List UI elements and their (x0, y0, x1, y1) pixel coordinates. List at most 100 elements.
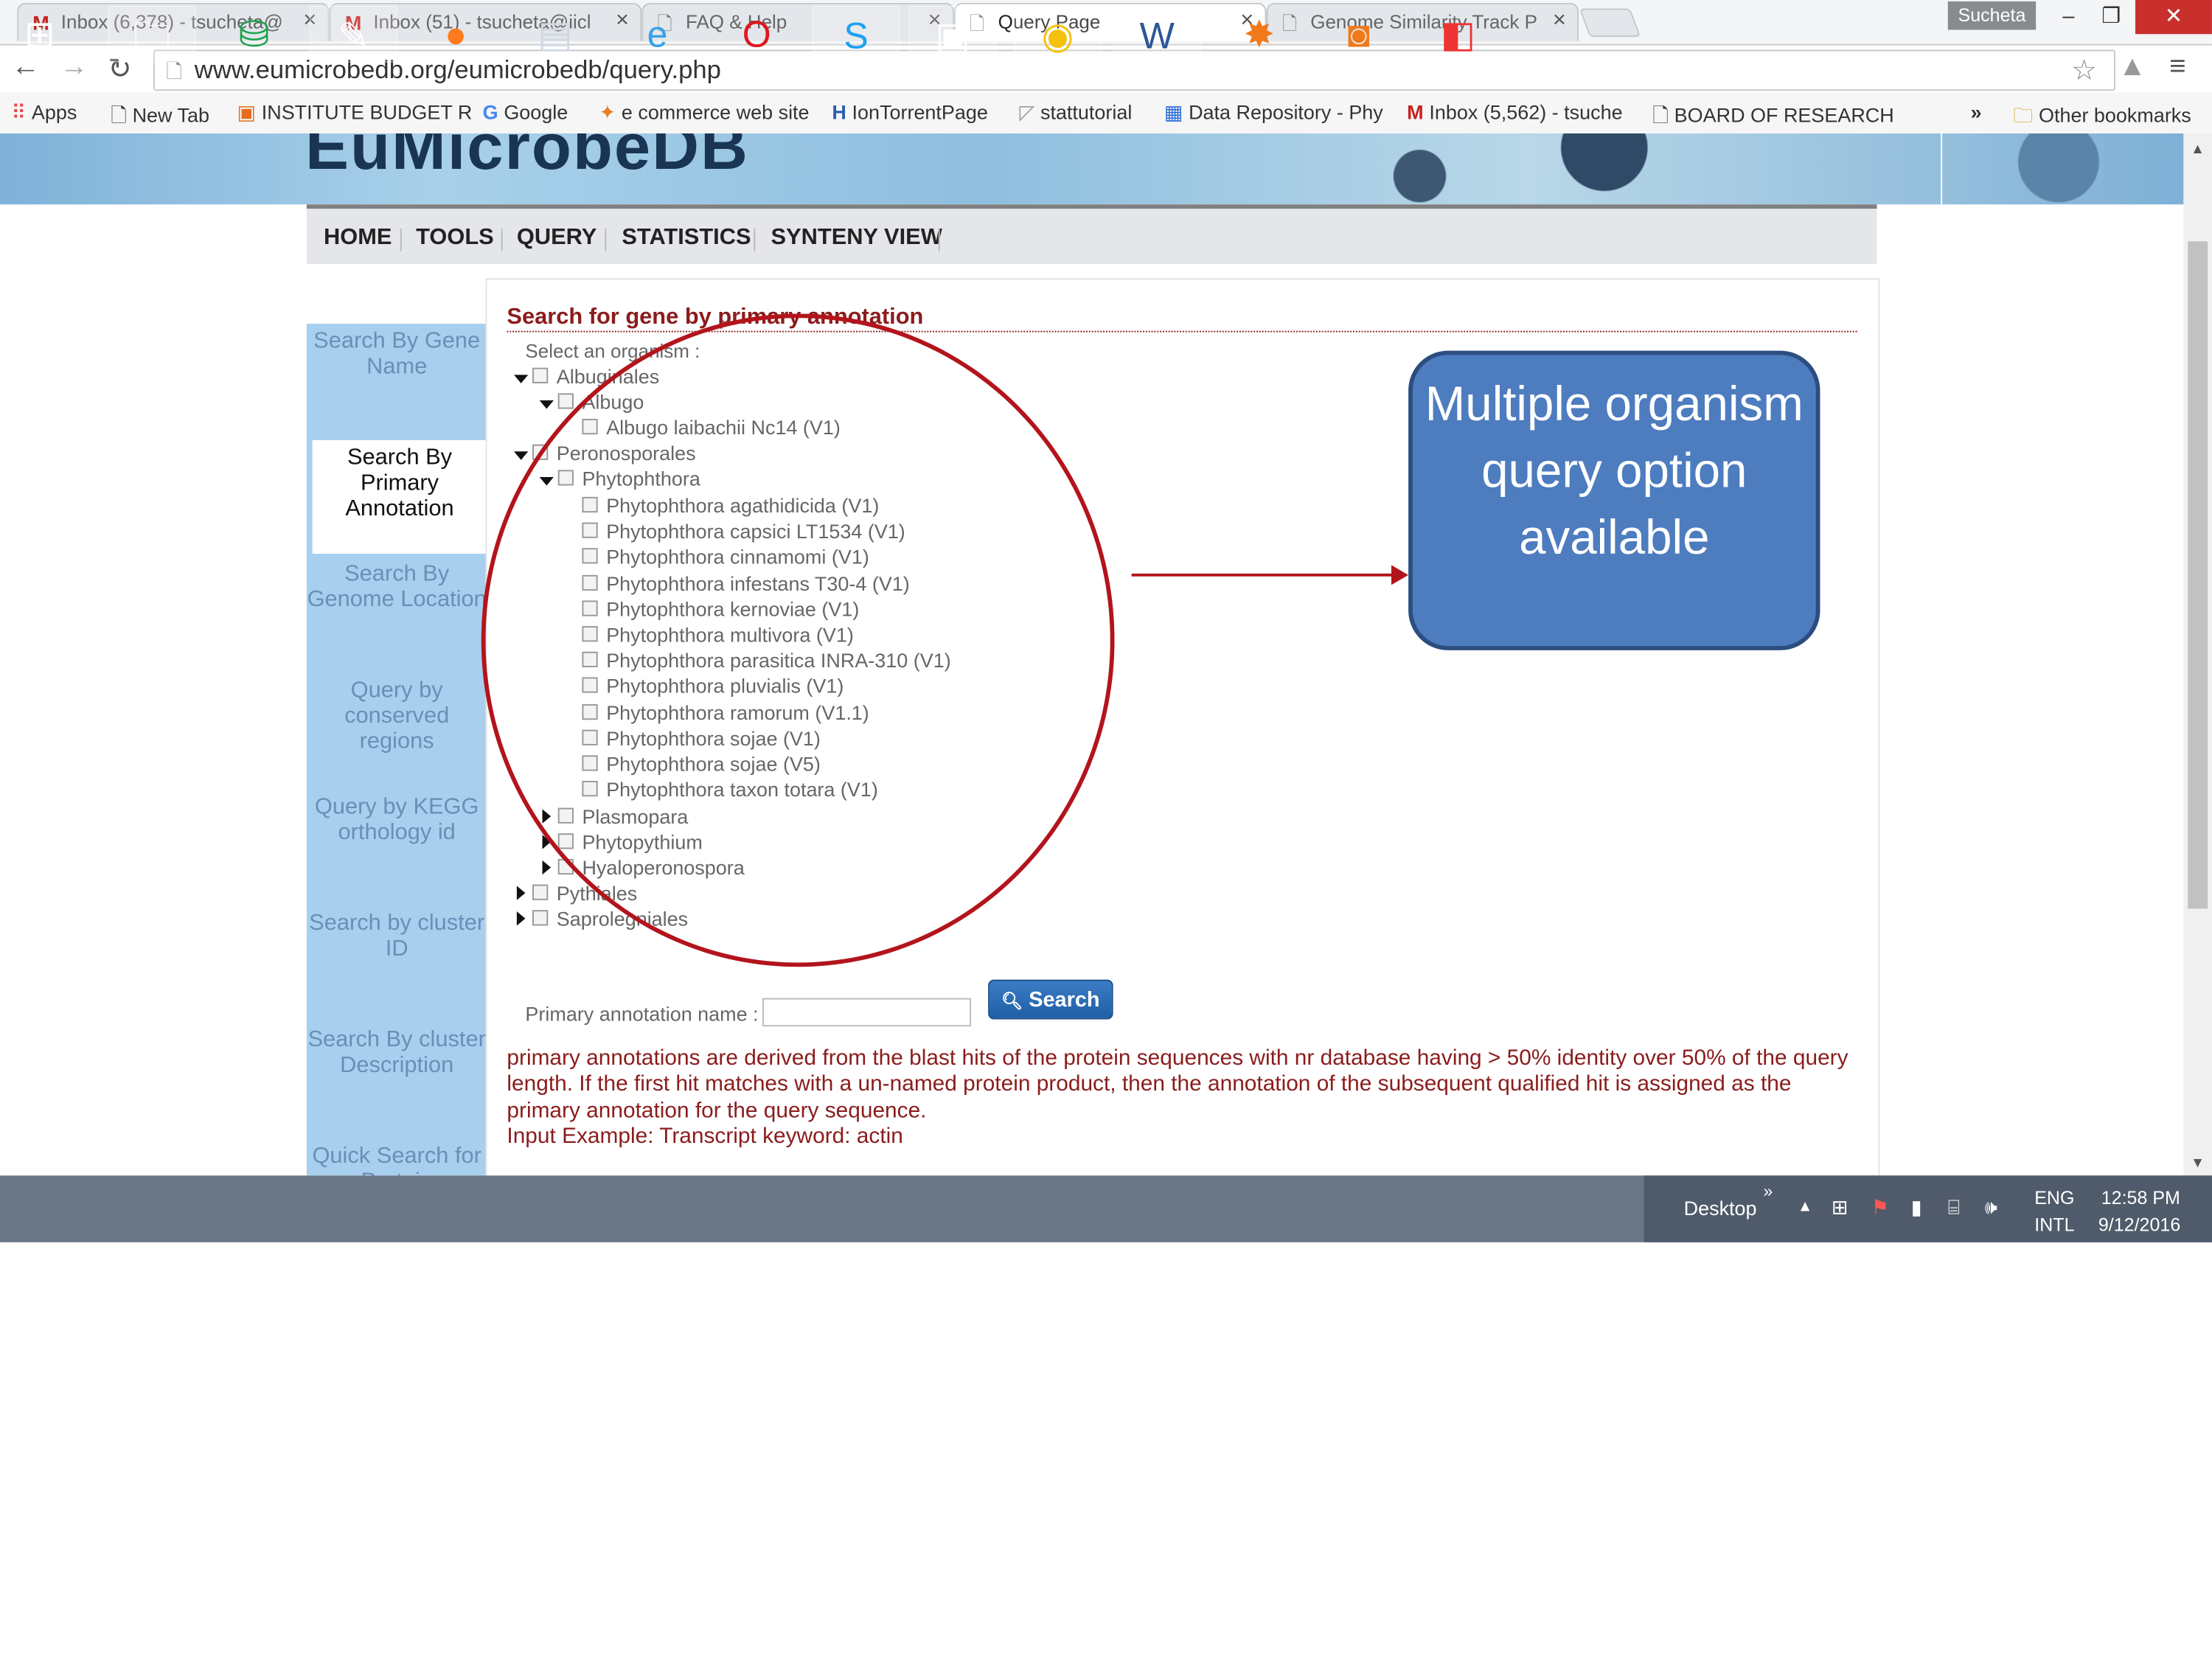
bookmark-inbox[interactable]: M Inbox (5,562) - tsuche (1407, 101, 1622, 124)
chrome-icon[interactable]: ◉ (1013, 5, 1102, 63)
nav-divider (754, 229, 756, 251)
language-indicator[interactable]: ENG (2034, 1187, 2074, 1208)
annotation-name-input[interactable] (762, 998, 972, 1027)
bookmark-iontorrent[interactable]: H IonTorrentPage (832, 101, 988, 124)
nav-home[interactable]: HOME (324, 226, 392, 251)
bookmark-new-tab[interactable]: 🗋 New Tab (111, 101, 209, 135)
bookmark-label: Apps (31, 100, 77, 124)
windows-flag-icon[interactable]: ⊞ (1832, 1195, 1848, 1220)
sidebar-item-cluster-description[interactable]: Search By cluster Description (307, 1028, 487, 1141)
bookmark-favicon-icon: ▦ (1164, 100, 1183, 124)
bookmark-apps[interactable]: ⠿ Apps (11, 101, 77, 125)
tray-expand-icon[interactable]: ▲ (1798, 1198, 1813, 1215)
sidebar-item-primary-annotation[interactable]: Search By Primary Annotation (312, 439, 487, 554)
bookmark-board-research[interactable]: 🗋 BOARD OF RESEARCH (1652, 101, 1893, 135)
store-icon[interactable]: ⛁ (210, 6, 298, 63)
organism-checkbox[interactable] (532, 910, 549, 926)
highlight-ring (481, 313, 1115, 967)
terminal-icon[interactable]: ▣ (908, 5, 997, 63)
collapse-arrow-icon[interactable] (516, 886, 526, 900)
sidebar-item-genome-location[interactable]: Search By Genome Location (307, 562, 487, 675)
bookmark-institute-budget[interactable]: ▣ INSTITUTE BUDGET R (237, 101, 473, 125)
folder-icon: 🗀 (2013, 103, 2034, 127)
sidebar-item-cluster-id[interactable]: Search by cluster ID (307, 911, 487, 1025)
word-icon[interactable]: W (1113, 5, 1201, 63)
nav-divider (605, 229, 607, 251)
nav-synteny-view[interactable]: SYNTENY VIEW (771, 226, 942, 251)
desktop-toolbar-label[interactable]: Desktop (1684, 1197, 1757, 1220)
sidebar-item-conserved-regions[interactable]: Query by conserved regions (307, 678, 487, 792)
battery-icon[interactable]: ▮ (1911, 1195, 1922, 1220)
network-icon[interactable]: ⌸ (1948, 1195, 1960, 1220)
close-icon[interactable]: × (1553, 9, 1566, 35)
internet-explorer-icon[interactable]: e (613, 6, 701, 63)
bookmark-favicon-icon: ✦ (599, 100, 616, 124)
camera-icon[interactable]: ◙ (1315, 6, 1402, 63)
snipping-tool-icon[interactable]: ✸ (1215, 6, 1303, 63)
organism-checkbox[interactable] (557, 393, 574, 409)
organism-checkbox[interactable] (532, 884, 549, 900)
opera-icon[interactable]: O (713, 6, 801, 63)
collapse-arrow-icon[interactable] (542, 860, 552, 875)
bookmark-ecommerce[interactable]: ✦ e commerce web site (599, 101, 810, 125)
window-close-icon[interactable]: ✕ (2135, 0, 2212, 35)
bookmark-favicon-icon: ▣ (237, 100, 257, 124)
file-explorer-icon[interactable]: 🗀 (108, 5, 196, 63)
nav-query[interactable]: QUERY (517, 226, 597, 251)
bookmark-star-icon[interactable]: ☆ (2071, 52, 2097, 88)
callout-arrow-line (1131, 573, 1402, 577)
expand-arrow-icon[interactable] (539, 400, 554, 409)
new-tab-button[interactable] (1579, 8, 1641, 38)
bookmark-label: Data Repository - Phy (1189, 100, 1383, 124)
acrobat-icon[interactable]: ◧ (1414, 6, 1502, 63)
restore-icon[interactable]: ❐ (2087, 0, 2135, 34)
menu-icon[interactable]: ≡ (2169, 51, 2185, 83)
volume-icon[interactable]: 🕪︎ (1985, 1195, 1997, 1220)
bookmark-favicon-icon: ◸ (1019, 100, 1035, 124)
nav-statistics[interactable]: STATISTICS (622, 226, 751, 251)
extension-icon[interactable]: ▲ (2118, 51, 2146, 83)
scroll-down-icon[interactable]: ▼ (2191, 1155, 2205, 1171)
callout-arrowhead (1391, 565, 1409, 585)
keyboard-layout-indicator[interactable]: INTL (2034, 1214, 2074, 1235)
expand-arrow-icon[interactable] (514, 375, 529, 383)
paint-icon[interactable]: ✎ (309, 5, 398, 63)
minimize-icon[interactable]: – (2045, 0, 2093, 34)
clock-time[interactable]: 12:58 PM (2101, 1187, 2180, 1208)
sidebar-item-kegg-orthology[interactable]: Query by KEGG orthology id (307, 795, 487, 908)
callout-box: Multiple organism query option available (1408, 350, 1820, 650)
sidebar-item-gene-name[interactable]: Search By Gene Name (307, 330, 487, 443)
search-button[interactable]: 🔍︎ Search (988, 979, 1113, 1020)
scrollbar-thumb[interactable] (2188, 241, 2208, 909)
user-profile-badge[interactable]: Sucheta (1947, 1, 2037, 30)
search-button-label: Search (1029, 988, 1100, 1012)
bookmark-google[interactable]: G Google (483, 101, 568, 124)
toolbar-overflow-icon[interactable]: » (1763, 1181, 1773, 1201)
windows-start-icon[interactable]: ⊞ (0, 6, 80, 63)
collapse-arrow-icon[interactable] (516, 911, 526, 926)
skype-icon[interactable]: S (812, 5, 900, 63)
organism-checkbox[interactable] (532, 367, 549, 383)
site-logo[interactable]: EuMicrobeDB (305, 133, 749, 184)
bookmark-favicon-icon: H (832, 100, 846, 124)
bookmarks-overflow[interactable]: » (1971, 101, 1982, 124)
description-text: primary annotations are derived from the… (507, 1046, 1848, 1123)
clock-date[interactable]: 9/12/2016 (2098, 1214, 2180, 1235)
calculator-icon[interactable]: ▤ (511, 6, 599, 63)
expand-arrow-icon[interactable] (514, 451, 529, 460)
bookmarks-bar: ⠿ Apps 🗋 New Tab ▣ INSTITUTE BUDGET R G Goog… (0, 92, 2212, 135)
action-center-icon[interactable]: ⚑ (1871, 1195, 1889, 1220)
bookmark-label: BOARD OF RESEARCH (1674, 103, 1894, 127)
bookmark-other-folder[interactable]: 🗀 Other bookmarks (2013, 101, 2191, 135)
nav-divider (501, 229, 503, 251)
nav-divider (400, 229, 402, 251)
bookmark-stattutorial[interactable]: ◸ stattutorial (1020, 101, 1133, 125)
bookmark-data-repository[interactable]: ▦ Data Repository - Phy (1164, 101, 1383, 125)
bookmark-label: e commerce web site (621, 100, 810, 124)
firefox-icon[interactable]: ● (411, 6, 499, 63)
scroll-up-icon[interactable]: ▲ (2191, 142, 2205, 158)
apps-grid-icon: ⠿ (11, 100, 27, 124)
sidebar-item-quick-search[interactable]: Quick Search for Protein (307, 1144, 487, 1175)
page-icon: 🗋 (111, 103, 127, 127)
nav-tools[interactable]: TOOLS (416, 226, 494, 251)
